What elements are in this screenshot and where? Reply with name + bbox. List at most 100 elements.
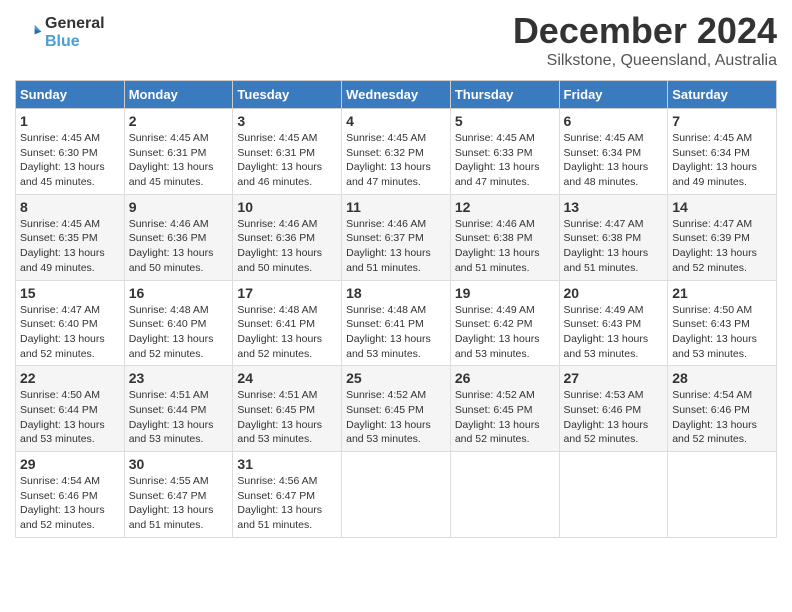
month-title: December 2024 — [513, 10, 777, 52]
day-info: Sunrise: 4:45 AM Sunset: 6:31 PM Dayligh… — [237, 131, 337, 190]
calendar-cell: 6 Sunrise: 4:45 AM Sunset: 6:34 PM Dayli… — [559, 109, 668, 195]
sunrise-label: Sunrise: 4:49 AM — [564, 304, 644, 316]
sunset-label: Sunset: 6:36 PM — [129, 232, 207, 244]
day-number: 24 — [237, 370, 337, 386]
day-number: 10 — [237, 199, 337, 215]
sunrise-label: Sunrise: 4:53 AM — [564, 389, 644, 401]
daylight-label: Daylight: 13 hours and 50 minutes. — [237, 247, 322, 274]
weekday-header-saturday: Saturday — [668, 81, 777, 109]
calendar-cell — [450, 452, 559, 538]
day-number: 16 — [129, 285, 229, 301]
daylight-label: Daylight: 13 hours and 53 minutes. — [564, 333, 649, 360]
day-info: Sunrise: 4:48 AM Sunset: 6:41 PM Dayligh… — [346, 303, 446, 362]
day-number: 12 — [455, 199, 555, 215]
daylight-label: Daylight: 13 hours and 49 minutes. — [672, 161, 757, 188]
day-info: Sunrise: 4:51 AM Sunset: 6:45 PM Dayligh… — [237, 388, 337, 447]
daylight-label: Daylight: 13 hours and 52 minutes. — [455, 419, 540, 446]
day-info: Sunrise: 4:50 AM Sunset: 6:44 PM Dayligh… — [20, 388, 120, 447]
calendar-cell: 13 Sunrise: 4:47 AM Sunset: 6:38 PM Dayl… — [559, 194, 668, 280]
sunrise-label: Sunrise: 4:45 AM — [455, 132, 535, 144]
sunrise-label: Sunrise: 4:51 AM — [129, 389, 209, 401]
calendar-table: SundayMondayTuesdayWednesdayThursdayFrid… — [15, 80, 777, 538]
sunrise-label: Sunrise: 4:46 AM — [346, 218, 426, 230]
sunset-label: Sunset: 6:35 PM — [20, 232, 98, 244]
calendar-cell: 4 Sunrise: 4:45 AM Sunset: 6:32 PM Dayli… — [342, 109, 451, 195]
calendar-week-row: 29 Sunrise: 4:54 AM Sunset: 6:46 PM Dayl… — [16, 452, 777, 538]
sunrise-label: Sunrise: 4:46 AM — [455, 218, 535, 230]
sunrise-label: Sunrise: 4:54 AM — [672, 389, 752, 401]
day-info: Sunrise: 4:47 AM Sunset: 6:38 PM Dayligh… — [564, 217, 664, 276]
daylight-label: Daylight: 13 hours and 53 minutes. — [20, 419, 105, 446]
sunrise-label: Sunrise: 4:47 AM — [20, 304, 100, 316]
calendar-body: 1 Sunrise: 4:45 AM Sunset: 6:30 PM Dayli… — [16, 109, 777, 538]
calendar-cell: 8 Sunrise: 4:45 AM Sunset: 6:35 PM Dayli… — [16, 194, 125, 280]
daylight-label: Daylight: 13 hours and 53 minutes. — [346, 419, 431, 446]
calendar-cell: 25 Sunrise: 4:52 AM Sunset: 6:45 PM Dayl… — [342, 366, 451, 452]
sunset-label: Sunset: 6:42 PM — [455, 318, 533, 330]
calendar-cell: 23 Sunrise: 4:51 AM Sunset: 6:44 PM Dayl… — [124, 366, 233, 452]
day-info: Sunrise: 4:45 AM Sunset: 6:31 PM Dayligh… — [129, 131, 229, 190]
logo-general: General — [45, 15, 105, 33]
calendar-week-row: 8 Sunrise: 4:45 AM Sunset: 6:35 PM Dayli… — [16, 194, 777, 280]
day-info: Sunrise: 4:45 AM Sunset: 6:35 PM Dayligh… — [20, 217, 120, 276]
day-info: Sunrise: 4:56 AM Sunset: 6:47 PM Dayligh… — [237, 474, 337, 533]
calendar-cell: 18 Sunrise: 4:48 AM Sunset: 6:41 PM Dayl… — [342, 280, 451, 366]
calendar-week-row: 22 Sunrise: 4:50 AM Sunset: 6:44 PM Dayl… — [16, 366, 777, 452]
calendar-header-row: SundayMondayTuesdayWednesdayThursdayFrid… — [16, 81, 777, 109]
calendar-cell: 22 Sunrise: 4:50 AM Sunset: 6:44 PM Dayl… — [16, 366, 125, 452]
calendar-cell: 11 Sunrise: 4:46 AM Sunset: 6:37 PM Dayl… — [342, 194, 451, 280]
sunrise-label: Sunrise: 4:50 AM — [672, 304, 752, 316]
day-info: Sunrise: 4:48 AM Sunset: 6:41 PM Dayligh… — [237, 303, 337, 362]
day-number: 2 — [129, 113, 229, 129]
sunrise-label: Sunrise: 4:55 AM — [129, 475, 209, 487]
day-info: Sunrise: 4:49 AM Sunset: 6:43 PM Dayligh… — [564, 303, 664, 362]
sunrise-label: Sunrise: 4:50 AM — [20, 389, 100, 401]
daylight-label: Daylight: 13 hours and 51 minutes. — [564, 247, 649, 274]
day-number: 25 — [346, 370, 446, 386]
daylight-label: Daylight: 13 hours and 52 minutes. — [672, 247, 757, 274]
calendar-cell: 5 Sunrise: 4:45 AM Sunset: 6:33 PM Dayli… — [450, 109, 559, 195]
sunset-label: Sunset: 6:46 PM — [20, 490, 98, 502]
day-info: Sunrise: 4:46 AM Sunset: 6:36 PM Dayligh… — [237, 217, 337, 276]
day-info: Sunrise: 4:47 AM Sunset: 6:39 PM Dayligh… — [672, 217, 772, 276]
calendar-cell: 24 Sunrise: 4:51 AM Sunset: 6:45 PM Dayl… — [233, 366, 342, 452]
sunset-label: Sunset: 6:44 PM — [20, 404, 98, 416]
day-info: Sunrise: 4:53 AM Sunset: 6:46 PM Dayligh… — [564, 388, 664, 447]
day-info: Sunrise: 4:45 AM Sunset: 6:34 PM Dayligh… — [672, 131, 772, 190]
sunset-label: Sunset: 6:44 PM — [129, 404, 207, 416]
calendar-week-row: 1 Sunrise: 4:45 AM Sunset: 6:30 PM Dayli… — [16, 109, 777, 195]
sunset-label: Sunset: 6:47 PM — [129, 490, 207, 502]
day-info: Sunrise: 4:46 AM Sunset: 6:37 PM Dayligh… — [346, 217, 446, 276]
day-info: Sunrise: 4:45 AM Sunset: 6:33 PM Dayligh… — [455, 131, 555, 190]
daylight-label: Daylight: 13 hours and 53 minutes. — [346, 333, 431, 360]
day-number: 11 — [346, 199, 446, 215]
calendar-cell: 27 Sunrise: 4:53 AM Sunset: 6:46 PM Dayl… — [559, 366, 668, 452]
calendar-cell: 21 Sunrise: 4:50 AM Sunset: 6:43 PM Dayl… — [668, 280, 777, 366]
sunset-label: Sunset: 6:31 PM — [237, 147, 315, 159]
day-info: Sunrise: 4:48 AM Sunset: 6:40 PM Dayligh… — [129, 303, 229, 362]
day-number: 3 — [237, 113, 337, 129]
daylight-label: Daylight: 13 hours and 47 minutes. — [455, 161, 540, 188]
calendar-cell: 31 Sunrise: 4:56 AM Sunset: 6:47 PM Dayl… — [233, 452, 342, 538]
calendar-cell: 7 Sunrise: 4:45 AM Sunset: 6:34 PM Dayli… — [668, 109, 777, 195]
daylight-label: Daylight: 13 hours and 47 minutes. — [346, 161, 431, 188]
calendar-cell — [342, 452, 451, 538]
day-number: 27 — [564, 370, 664, 386]
day-number: 21 — [672, 285, 772, 301]
daylight-label: Daylight: 13 hours and 52 minutes. — [564, 419, 649, 446]
sunrise-label: Sunrise: 4:54 AM — [20, 475, 100, 487]
daylight-label: Daylight: 13 hours and 49 minutes. — [20, 247, 105, 274]
logo: General Blue — [15, 15, 105, 51]
calendar-cell: 16 Sunrise: 4:48 AM Sunset: 6:40 PM Dayl… — [124, 280, 233, 366]
day-info: Sunrise: 4:46 AM Sunset: 6:38 PM Dayligh… — [455, 217, 555, 276]
day-info: Sunrise: 4:46 AM Sunset: 6:36 PM Dayligh… — [129, 217, 229, 276]
calendar-cell: 2 Sunrise: 4:45 AM Sunset: 6:31 PM Dayli… — [124, 109, 233, 195]
daylight-label: Daylight: 13 hours and 53 minutes. — [237, 419, 322, 446]
weekday-header-wednesday: Wednesday — [342, 81, 451, 109]
day-number: 17 — [237, 285, 337, 301]
day-number: 18 — [346, 285, 446, 301]
sunrise-label: Sunrise: 4:48 AM — [237, 304, 317, 316]
sunset-label: Sunset: 6:37 PM — [346, 232, 424, 244]
calendar-cell: 10 Sunrise: 4:46 AM Sunset: 6:36 PM Dayl… — [233, 194, 342, 280]
sunset-label: Sunset: 6:41 PM — [237, 318, 315, 330]
